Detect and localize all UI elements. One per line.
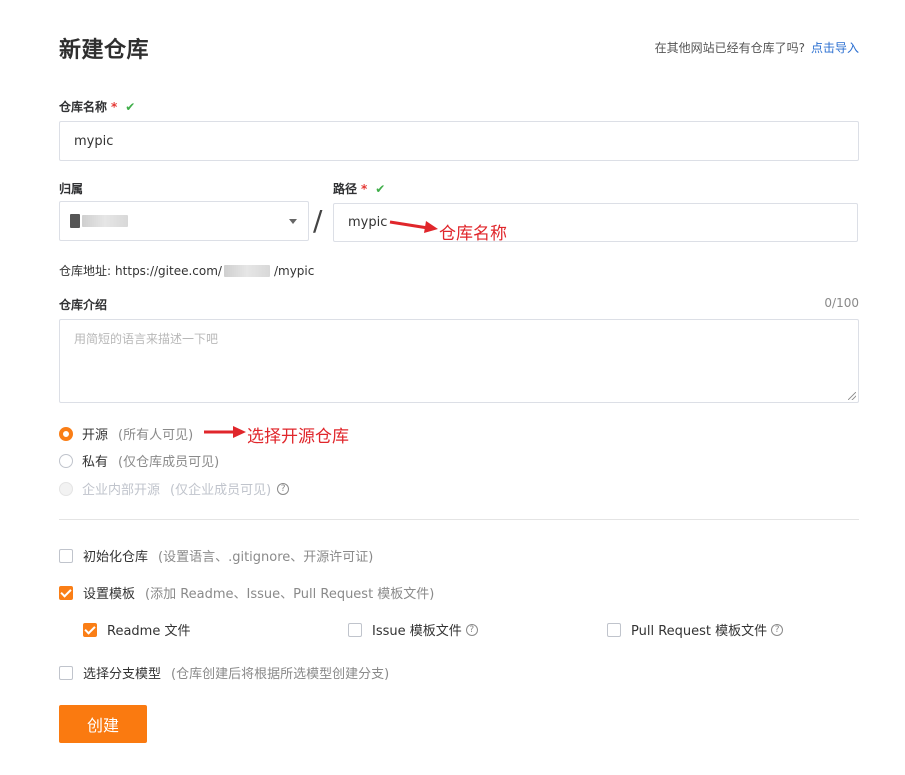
chevron-down-icon xyxy=(289,219,297,224)
owner-avatar xyxy=(70,214,80,228)
repo-name-label: 仓库名称 xyxy=(59,100,108,114)
template-pr-option[interactable]: Pull Request 模板文件 ? xyxy=(607,620,784,639)
visibility-option-label: 开源 xyxy=(82,428,109,443)
visibility-option-hint: (仅仓库成员可见) xyxy=(118,455,220,470)
description-counter: 0/100 xyxy=(824,296,859,310)
description-placeholder: 用简短的语言来描述一下吧 xyxy=(74,332,219,346)
template-issue-label: Issue 模板文件 xyxy=(372,624,462,639)
branch-model-option[interactable]: 选择分支模型 (仓库创建后将根据所选模型创建分支) xyxy=(59,663,389,682)
template-readme-option[interactable]: Readme 文件 xyxy=(83,620,190,639)
template-pr-label: Pull Request 模板文件 xyxy=(631,624,768,639)
checkbox[interactable] xyxy=(348,622,362,637)
checkbox[interactable] xyxy=(59,665,73,680)
required-mark: * xyxy=(361,182,368,196)
annotation-arrow-icon xyxy=(389,220,438,233)
visibility-option-label: 私有 xyxy=(82,455,109,470)
import-prompt: 在其他网站已经有仓库了吗? 点击导入 xyxy=(655,39,859,56)
path-label-row: 路径 * ✔ xyxy=(333,180,385,197)
visibility-option-private[interactable]: 私有 (仅仓库成员可见) xyxy=(59,451,219,470)
repo-name-label-row: 仓库名称 * ✔ xyxy=(59,98,135,115)
template-option[interactable]: 设置模板 (添加 Readme、Issue、Pull Request 模板文件) xyxy=(59,583,434,602)
template-issue-option[interactable]: Issue 模板文件 ? xyxy=(348,620,478,639)
branch-model-label: 选择分支模型 xyxy=(83,667,162,682)
description-textarea[interactable]: 用简短的语言来描述一下吧 xyxy=(59,319,859,403)
visibility-option-open[interactable]: 开源 (所有人可见) xyxy=(59,424,193,443)
template-label: 设置模板 xyxy=(83,587,136,602)
import-link[interactable]: 点击导入 xyxy=(811,41,859,55)
annotation-open-source: 选择开源仓库 xyxy=(247,427,349,447)
annotation-arrow-icon xyxy=(204,426,246,438)
checkbox-checked[interactable] xyxy=(59,585,73,600)
path-value: mypic xyxy=(348,215,388,230)
help-icon[interactable]: ? xyxy=(771,623,784,636)
help-icon[interactable]: ? xyxy=(277,482,290,495)
checkbox-checked[interactable] xyxy=(83,622,97,637)
repo-name-input[interactable]: mypic xyxy=(59,121,859,161)
repo-address-row: 仓库地址: https://gitee.com/ /mypic xyxy=(59,262,314,279)
section-divider xyxy=(59,519,859,520)
init-repo-label: 初始化仓库 xyxy=(83,550,149,565)
help-icon[interactable]: ? xyxy=(465,623,478,636)
resize-handle-icon[interactable] xyxy=(848,392,856,400)
annotation-repo-name: 仓库名称 xyxy=(439,224,507,244)
owner-name-redacted xyxy=(82,215,128,227)
checkbox[interactable] xyxy=(59,548,73,563)
radio-button[interactable] xyxy=(59,426,73,441)
repo-address-label: 仓库地址: xyxy=(59,264,112,278)
init-repo-option[interactable]: 初始化仓库 (设置语言、.gitignore、开源许可证) xyxy=(59,546,373,565)
repo-address-owner-redacted xyxy=(223,264,270,277)
init-repo-hint: (设置语言、.gitignore、开源许可证) xyxy=(158,550,374,565)
visibility-option-hint: (仅企业成员可见) xyxy=(170,483,272,498)
visibility-option-hint: (所有人可见) xyxy=(118,428,194,443)
create-button[interactable]: 创建 xyxy=(59,705,147,743)
repo-address-suffix: /mypic xyxy=(273,263,315,278)
valid-check-icon: ✔ xyxy=(375,182,386,196)
owner-label: 归属 xyxy=(59,182,84,196)
visibility-option-label: 企业内部开源 xyxy=(82,483,161,498)
template-readme-label: Readme 文件 xyxy=(107,624,191,639)
description-label: 仓库介绍 xyxy=(59,298,108,312)
required-mark: * xyxy=(111,100,118,114)
valid-check-icon: ✔ xyxy=(125,100,136,114)
repo-address-prefix: https://gitee.com/ xyxy=(115,263,222,278)
radio-button-disabled xyxy=(59,481,73,496)
radio-button[interactable] xyxy=(59,453,73,468)
page-title: 新建仓库 xyxy=(59,38,150,63)
path-label: 路径 xyxy=(333,182,358,196)
branch-model-hint: (仓库创建后将根据所选模型创建分支) xyxy=(171,667,390,682)
visibility-option-internal: 企业内部开源 (仅企业成员可见) ? xyxy=(59,479,290,498)
import-prompt-text: 在其他网站已经有仓库了吗? xyxy=(654,41,805,55)
checkbox[interactable] xyxy=(607,622,621,637)
path-separator: / xyxy=(313,204,323,237)
owner-select[interactable] xyxy=(59,201,309,241)
repo-name-value: mypic xyxy=(74,133,114,149)
template-hint: (添加 Readme、Issue、Pull Request 模板文件) xyxy=(145,587,435,602)
